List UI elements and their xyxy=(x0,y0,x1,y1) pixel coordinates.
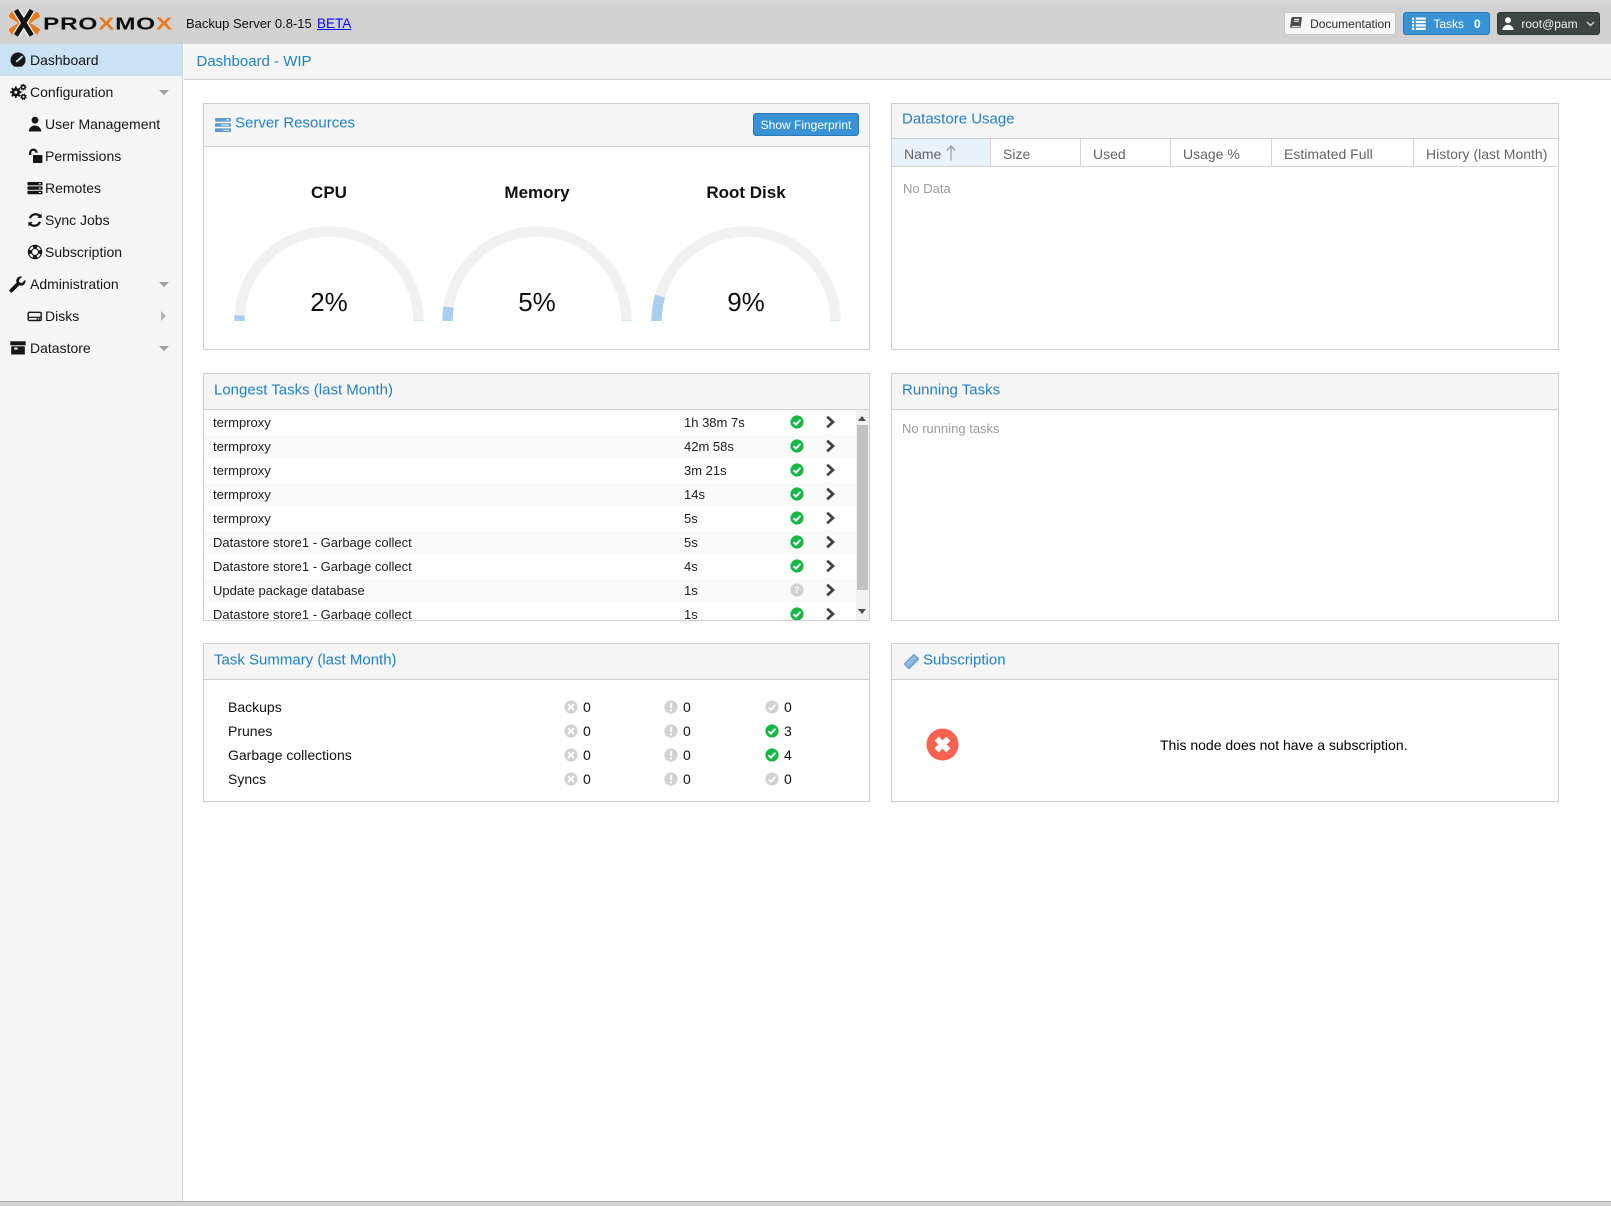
svg-text:PROXMOX: PROXMOX xyxy=(43,14,173,34)
svg-text:?: ? xyxy=(794,585,800,595)
